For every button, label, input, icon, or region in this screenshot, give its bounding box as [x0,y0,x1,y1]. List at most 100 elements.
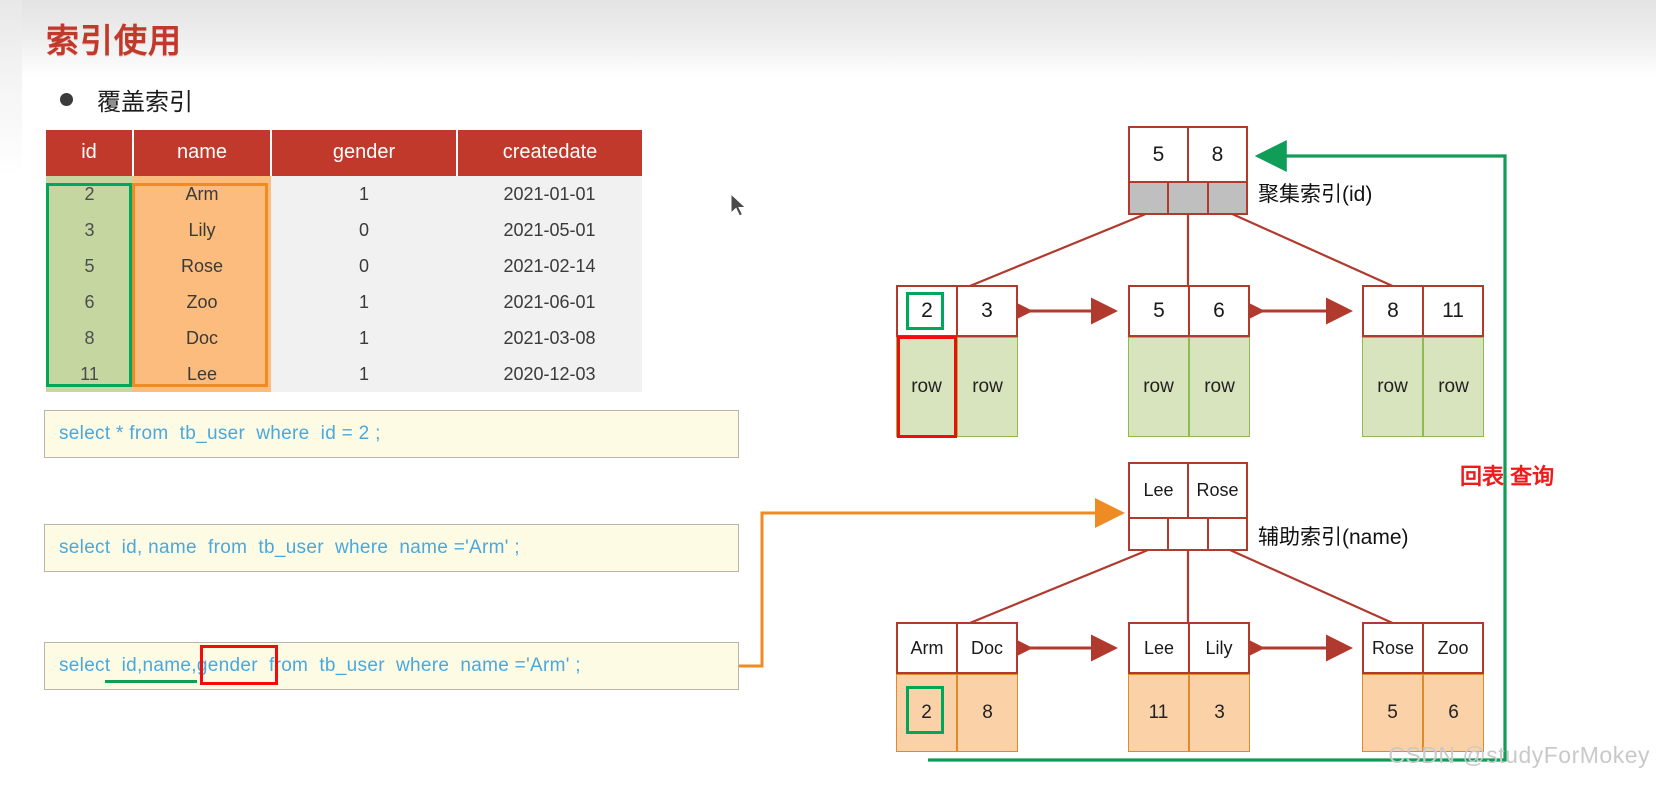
page-title: 索引使用 [46,22,182,59]
column-header-createdate: createdate [457,130,642,176]
table-header-row: id name gender createdate [46,130,642,176]
clustered-root-key-0: 5 [1130,128,1189,181]
clustered-index-label: 聚集索引(id) [1258,183,1373,206]
secondary-leaf-0-id-1: 8 [957,674,1018,752]
cell-createdate: 2021-02-14 [457,248,642,284]
cell-gender: 1 [271,320,457,356]
cell-createdate: 2021-06-01 [457,284,642,320]
table-body: 2 Arm 1 2021-01-01 3 Lily 0 2021-05-01 5 Rose 0 202… [46,176,642,392]
sql-statement-1[interactable]: select * from tb_user where id = 2 ; [44,410,739,458]
left-gradient-band [0,0,22,805]
clustered-leaf-2-keys: 8 11 [1362,285,1484,337]
clustered-leaf-2-row-0: row [1362,337,1423,437]
clustered-root-key-1: 8 [1211,142,1224,166]
id-name-underline-highlight [105,680,197,683]
clustered-root-pointer-1 [1169,183,1209,213]
secondary-root-pointer-1 [1169,519,1209,549]
watermark: CSDN @studyForMokey [1388,742,1650,768]
column-header-id: id [46,130,134,176]
tb-user-table: id name gender createdate 2 Arm 1 2021-01-0… [46,130,642,392]
clustered-leaf-0-key-1: 3 [981,299,993,322]
sql-statement-2[interactable]: select id, name from tb_user where name … [44,524,739,572]
cell-id: 6 [46,284,133,320]
secondary-leaf-1-keys: Lee Lily [1128,622,1250,674]
secondary-leaf-1-ids: 11 3 [1128,674,1250,752]
cell-gender: 1 [271,356,457,392]
secondary-leaf-0-keys: Arm Doc [896,622,1018,674]
secondary-leaf-2-keys: Rose Zoo [1362,622,1484,674]
clustered-row-2-highlight [897,336,957,438]
clustered-root-pointer-2 [1208,183,1246,213]
secondary-leaf-0-key-1: Doc [970,637,1003,658]
secondary-leaf-2-id-1: 6 [1423,674,1484,752]
lookup-annotation: 回表 查询 [1460,464,1555,489]
cell-createdate: 2021-03-08 [457,320,642,356]
table-row: 8 Doc 1 2021-03-08 [46,320,642,356]
secondary-root-node: Lee Rose [1128,462,1248,519]
table-row: 3 Lily 0 2021-05-01 [46,212,642,248]
cell-id: 3 [46,212,133,248]
bullet-dot-icon [60,93,73,106]
clustered-leaf-2-rows: row row [1362,337,1484,437]
clustered-root-node: 5 8 [1128,126,1248,183]
sql-statement-2-text: select id, name from tb_user where name … [59,537,520,558]
sql-statement-1-text: select * from tb_user where id = 2 ; [59,423,381,444]
secondary-leaf-0-key-0: Arm [898,624,958,672]
clustered-key-2-highlight [906,292,944,330]
sql-statement-3-text: select id,name,gender from tb_user where… [59,655,581,676]
clustered-leaf-1-key-0: 5 [1130,287,1190,335]
table-row: 5 Rose 0 2021-02-14 [46,248,642,284]
column-header-gender: gender [271,130,458,176]
secondary-leaf-2-ids: 5 6 [1362,674,1484,752]
clustered-leaf-2-key-1: 11 [1442,299,1464,322]
cell-name: Lily [133,212,271,248]
cell-createdate: 2021-05-01 [457,212,642,248]
secondary-leaf-2-key-0: Rose [1364,624,1424,672]
table-row: 6 Zoo 1 2021-06-01 [46,284,642,320]
table-row: 2 Arm 1 2021-01-01 [46,176,642,212]
cell-name: Zoo [133,284,271,320]
cell-name: Doc [133,320,271,356]
secondary-root-pointer-row [1128,519,1248,551]
secondary-leaf-1-key-1: Lily [1205,637,1233,658]
column-header-name: name [133,130,272,176]
bullet-label: 覆盖索引 [97,89,193,116]
cell-id: 5 [46,248,133,284]
clustered-leaf-1-keys: 5 6 [1128,285,1250,337]
secondary-leaf-1-id-0: 11 [1128,674,1189,752]
secondary-leaf-2-key-1: Zoo [1437,637,1469,658]
clustered-leaf-1-row-1: row [1189,337,1250,437]
cell-name: Lee [133,356,271,392]
cell-id: 2 [46,176,133,212]
clustered-root-pointer-row [1128,183,1248,215]
secondary-root-key-0: Lee [1130,464,1189,517]
secondary-root-pointer-2 [1209,519,1246,549]
cell-id: 8 [46,320,133,356]
bullet-row: 覆盖索引 [60,82,193,117]
clustered-leaf-2-key-0: 8 [1364,287,1424,335]
cell-name: Arm [133,176,271,212]
clustered-leaf-0-row-1: row [957,337,1018,437]
cell-gender: 1 [271,284,457,320]
top-gradient-band [0,0,1656,78]
cell-createdate: 2020-12-03 [457,356,642,392]
cell-gender: 0 [271,212,457,248]
secondary-id-2-highlight [906,686,944,734]
clustered-leaf-2-row-1: row [1423,337,1484,437]
cell-gender: 0 [271,248,457,284]
clustered-leaf-1-row-0: row [1128,337,1189,437]
secondary-leaf-2-id-0: 5 [1362,674,1423,752]
secondary-leaf-1-key-0: Lee [1130,624,1190,672]
clustered-leaf-1-key-1: 6 [1213,299,1225,322]
clustered-root-pointer-0 [1130,183,1170,213]
cell-id: 11 [46,356,133,392]
cell-name: Rose [133,248,271,284]
secondary-root-key-1: Rose [1196,480,1239,500]
secondary-root-pointer-0 [1130,519,1170,549]
cell-createdate: 2021-01-01 [457,176,642,212]
cell-gender: 1 [271,176,457,212]
mouse-cursor-icon [730,193,747,217]
table-row: 11 Lee 1 2020-12-03 [46,356,642,392]
secondary-index-label: 辅助索引(name) [1258,526,1409,549]
secondary-leaf-1-id-1: 3 [1189,674,1250,752]
